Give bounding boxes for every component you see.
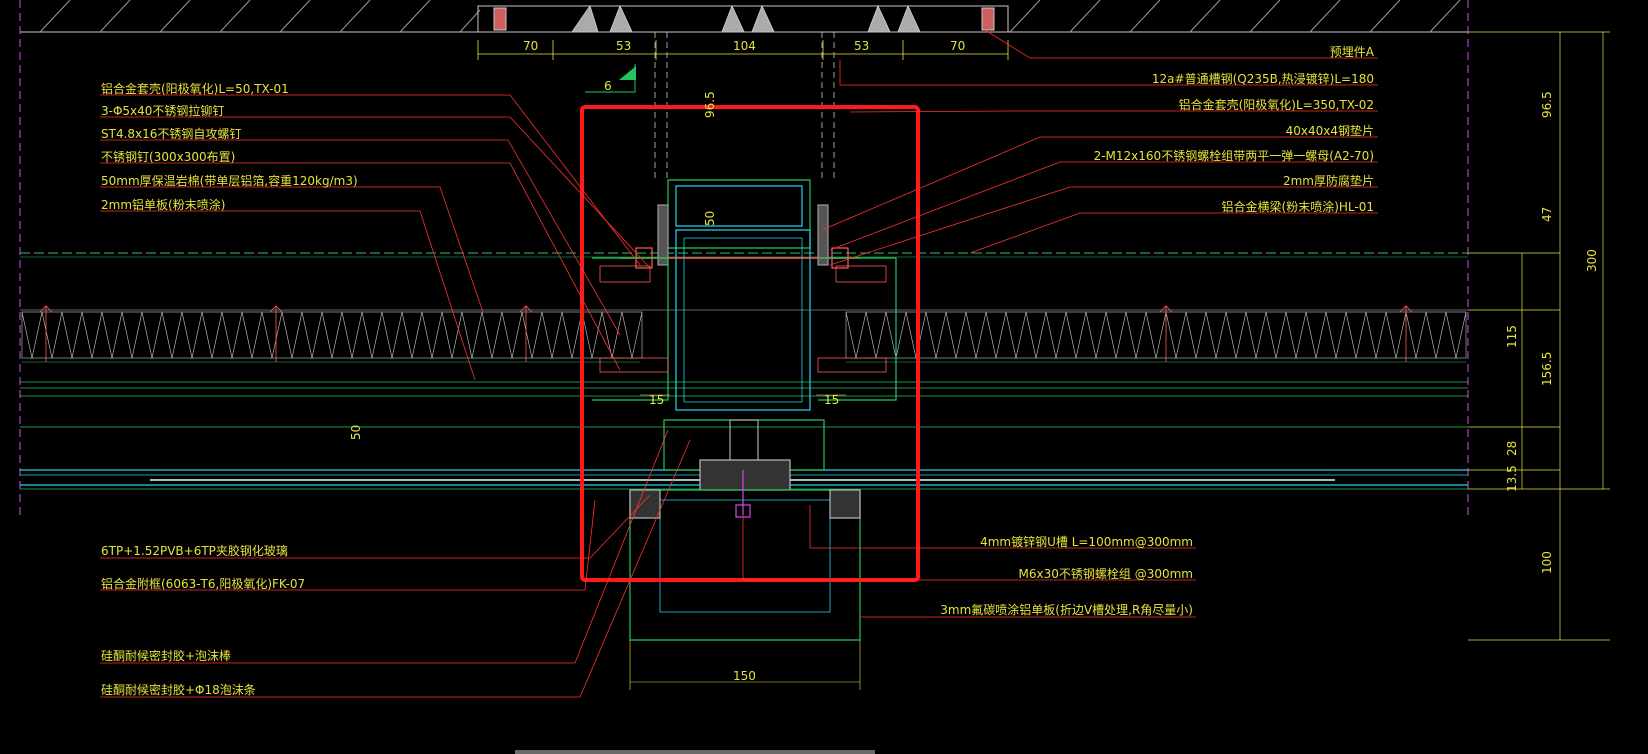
mullion-assembly [592,179,897,641]
leader-lines [100,29,1378,698]
dim-inner-horizontal-3: 150 [733,669,756,683]
label-tapping-screw: ST4.8x16不锈钢自攻螺钉 [101,127,241,141]
dim-right-8: 100 [1540,551,1554,574]
label-channel-steel: 12a#普通槽钢(Q235B,热浸镀锌)L=180 [1152,72,1374,86]
dim-right-1: 96.5 [1540,91,1554,118]
dim-right-4: 115 [1505,325,1519,348]
label-blind-rivet: 3-Φ5x40不锈钢拉铆钉 [101,103,224,118]
dim-top-5: 70 [950,39,965,53]
label-aluminum-transom: 铝合金横梁(粉末喷涂)HL-01 [1222,199,1374,214]
dim-right-3: 300 [1585,249,1599,272]
dim-top-1: 70 [523,39,538,53]
label-m6-bolt-set: M6x30不锈钢螺栓组 @300mm [1019,566,1193,581]
horizontal-scrollbar[interactable] [515,750,875,754]
dim-right-7: 13.5 [1505,465,1519,492]
label-laminated-glass: 6TP+1.52PVB+6TP夹胶钢化玻璃 [101,543,288,558]
label-rock-wool: 50mm厚保温岩棉(带单层铝箔,容重120kg/m3) [101,173,358,188]
dim-inner-horizontal-2: 15 [824,393,839,407]
dim-right-5: 156.5 [1540,352,1554,386]
dim-inner-vertical-1: 96.5 [703,91,717,118]
slope-value: 6 [604,79,612,93]
label-aluminum-sleeve-tx02: 铝合金套壳(阳极氧化)L=350,TX-02 [1179,97,1374,112]
dim-inner-horizontal-1: 15 [649,393,664,407]
dim-right-2: 47 [1540,207,1554,222]
dim-top-4: 53 [854,39,869,53]
label-sealant-foam-strip: 硅酮耐候密封胶+Φ18泡沫条 [101,682,256,697]
label-sealant-foam-rod: 硅酮耐候密封胶+泡沫棒 [101,648,231,663]
label-sub-frame: 铝合金附框(6063-T6,阳极氧化)FK-07 [101,576,305,591]
label-stainless-pin: 不锈钢钉(300x300布置) [101,150,235,164]
horizontal-layers [20,252,1468,490]
label-steel-shim: 40x40x4钢垫片 [1286,123,1374,138]
dim-right-6: 28 [1505,441,1519,456]
right-dimension-chain [1468,31,1610,641]
label-embedded-part: 预埋件A [1330,45,1375,59]
dim-top-3: 104 [733,39,756,53]
label-fluorocarbon-panel: 3mm氟碳喷涂铝单板(折边V槽处理,R角尽量小) [940,602,1193,617]
insulation-right [845,311,1467,363]
label-anti-corrosion-pad: 2mm厚防腐垫片 [1283,173,1374,188]
cad-drawing-canvas: 70 53 104 53 70 6 96.5 50 50 15 15 150 铝… [19,0,1610,698]
insulation-pins [39,305,1413,362]
label-aluminum-panel-2mm: 2mm铝单板(粉末喷涂) [101,197,225,212]
insulation-left [21,311,643,363]
label-steel-u-channel: 4mm镀锌钢U槽 L=100mm@300mm [980,535,1193,549]
dim-inner-vertical-3: 50 [349,425,363,440]
label-bolt-set: 2-M12x160不锈钢螺栓组带两平一弹一螺母(A2-70) [1094,148,1374,163]
dim-top-2: 53 [616,39,631,53]
label-aluminum-sleeve-tx01: 铝合金套壳(阳极氧化)L=50,TX-01 [101,81,289,96]
embedded-plate [477,4,1009,33]
dim-inner-vertical-2: 50 [703,211,717,226]
